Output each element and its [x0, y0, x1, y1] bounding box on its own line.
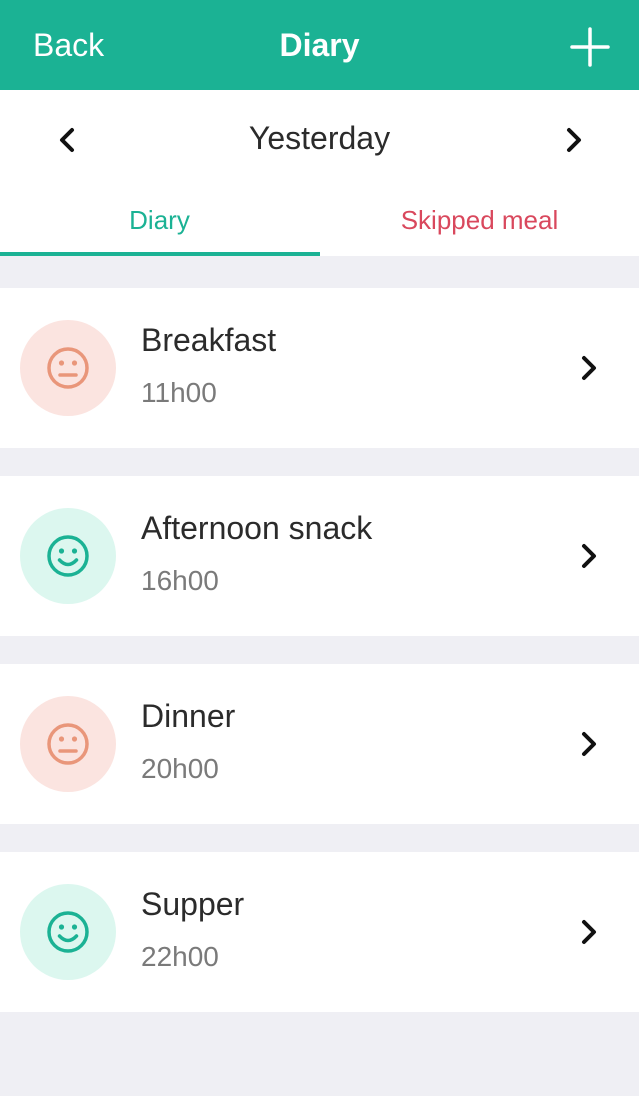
meal-time: 22h00 [141, 941, 219, 972]
next-day-button[interactable] [555, 122, 591, 158]
meal-time: 11h00 [141, 377, 217, 408]
meal-row-dinner[interactable]: Dinner 20h00 [0, 664, 639, 824]
add-entry-button[interactable] [570, 27, 610, 67]
navigation-bar: Back Diary [0, 0, 639, 90]
smiley-face-icon [47, 911, 89, 953]
meal-time: 16h00 [141, 565, 219, 596]
chevron-right-icon [582, 732, 596, 756]
chevron-right-icon [582, 356, 596, 380]
date-selector: Yesterday [0, 90, 639, 190]
chevron-right-icon [567, 128, 581, 152]
mood-indicator [20, 320, 116, 416]
date-label: Yesterday [248, 120, 391, 156]
neutral-face-icon [47, 347, 89, 389]
chevron-right-icon [582, 920, 596, 944]
meal-row-afternoon-snack[interactable]: Afternoon snack 16h00 [0, 476, 639, 636]
tab-bar: Diary Skipped meal [0, 190, 639, 256]
meal-name: Breakfast [141, 322, 277, 358]
tab-diary[interactable]: Diary [0, 190, 319, 256]
neutral-face-icon [47, 723, 89, 765]
tab-skipped-meal[interactable]: Skipped meal [320, 190, 639, 256]
back-button[interactable]: Back [33, 0, 104, 90]
meal-name: Supper [141, 886, 245, 922]
chevron-right-icon [582, 544, 596, 568]
meal-time: 20h00 [141, 753, 219, 784]
meal-list: Breakfast 11h00 Afternoon snack 16h00 Di… [0, 288, 639, 1040]
mood-indicator [20, 508, 116, 604]
mood-indicator [20, 884, 116, 980]
active-tab-indicator [0, 252, 320, 256]
mood-indicator [20, 696, 116, 792]
smiley-face-icon [47, 535, 89, 577]
meal-row-supper[interactable]: Supper 22h00 [0, 852, 639, 1012]
plus-icon [570, 27, 610, 67]
meal-name: Afternoon snack [141, 510, 373, 546]
meal-row-breakfast[interactable]: Breakfast 11h00 [0, 288, 639, 448]
meal-name: Dinner [141, 698, 236, 734]
